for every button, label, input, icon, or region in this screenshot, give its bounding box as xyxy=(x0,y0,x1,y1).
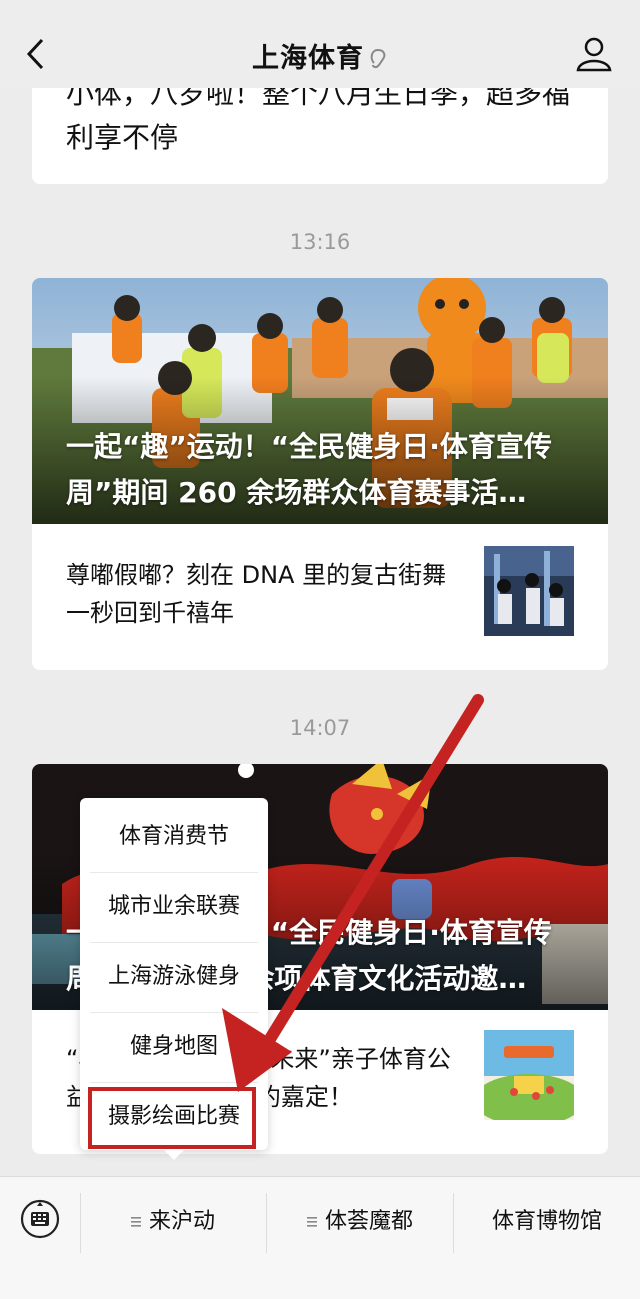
navigation-bar: 上海体育 xyxy=(0,0,640,88)
submenu-item-sports-consumption-festival[interactable]: 体育消费节 xyxy=(90,802,258,873)
menu-tab-lai-hu-dong[interactable]: 来沪动 xyxy=(81,1191,265,1253)
submenu-item-fitness-map[interactable]: 健身地图 xyxy=(90,1012,258,1083)
thumbnail-image-dancers xyxy=(484,546,574,636)
thumbnail-image-poster xyxy=(484,1030,574,1120)
keyboard-toggle-icon[interactable] xyxy=(20,1199,60,1239)
bottom-menu-bar: 来沪动 体荟魔都 体育博物馆 xyxy=(0,1176,640,1299)
popup-caret xyxy=(164,1150,184,1160)
timestamp: 14:07 xyxy=(289,716,351,740)
menu-tab-sports-museum[interactable]: 体育博物馆 xyxy=(454,1191,640,1253)
menu-tab-label: 体育博物馆 xyxy=(491,1209,602,1234)
article-thumbnail[interactable] xyxy=(484,1030,574,1120)
ear-icon xyxy=(370,48,386,69)
page-title: 上海体育 xyxy=(252,43,364,74)
user-profile-icon[interactable] xyxy=(576,36,612,72)
article-group-card: 一起“趣”运动！“全民健身日·体育宣传周”期间 260 余场群众体育赛事活… 尊… xyxy=(32,278,608,670)
timestamp: 13:16 xyxy=(289,230,351,254)
article-title[interactable]: 尊嘟假嘟？刻在 DNA 里的复古街舞 一秒回到千禧年 xyxy=(66,556,466,632)
highlight-box xyxy=(88,1087,256,1149)
menu-tab-label: 来沪动 xyxy=(148,1209,215,1234)
page-title-wrap: 上海体育 xyxy=(0,36,640,75)
menu-tab-ti-hui-mo-du[interactable]: 体荟魔都 xyxy=(267,1191,453,1253)
submenu-lines-icon xyxy=(130,1217,141,1227)
menu-tab-label: 体荟魔都 xyxy=(324,1209,413,1234)
article-thumbnail[interactable] xyxy=(484,546,574,636)
submenu-lines-icon xyxy=(306,1217,317,1227)
submenu-item-city-amateur-league[interactable]: 城市业余联赛 xyxy=(90,872,258,943)
submenu-item-shanghai-swim-fitness[interactable]: 上海游泳健身 xyxy=(90,942,258,1013)
hero-article[interactable]: 一起“趣”运动！“全民健身日·体育宣传周”期间 260 余场群众体育赛事活… xyxy=(32,278,608,524)
hero-article-title[interactable]: 一起“趣”运动！“全民健身日·体育宣传周”期间 260 余场群众体育赛事活… xyxy=(66,424,586,516)
